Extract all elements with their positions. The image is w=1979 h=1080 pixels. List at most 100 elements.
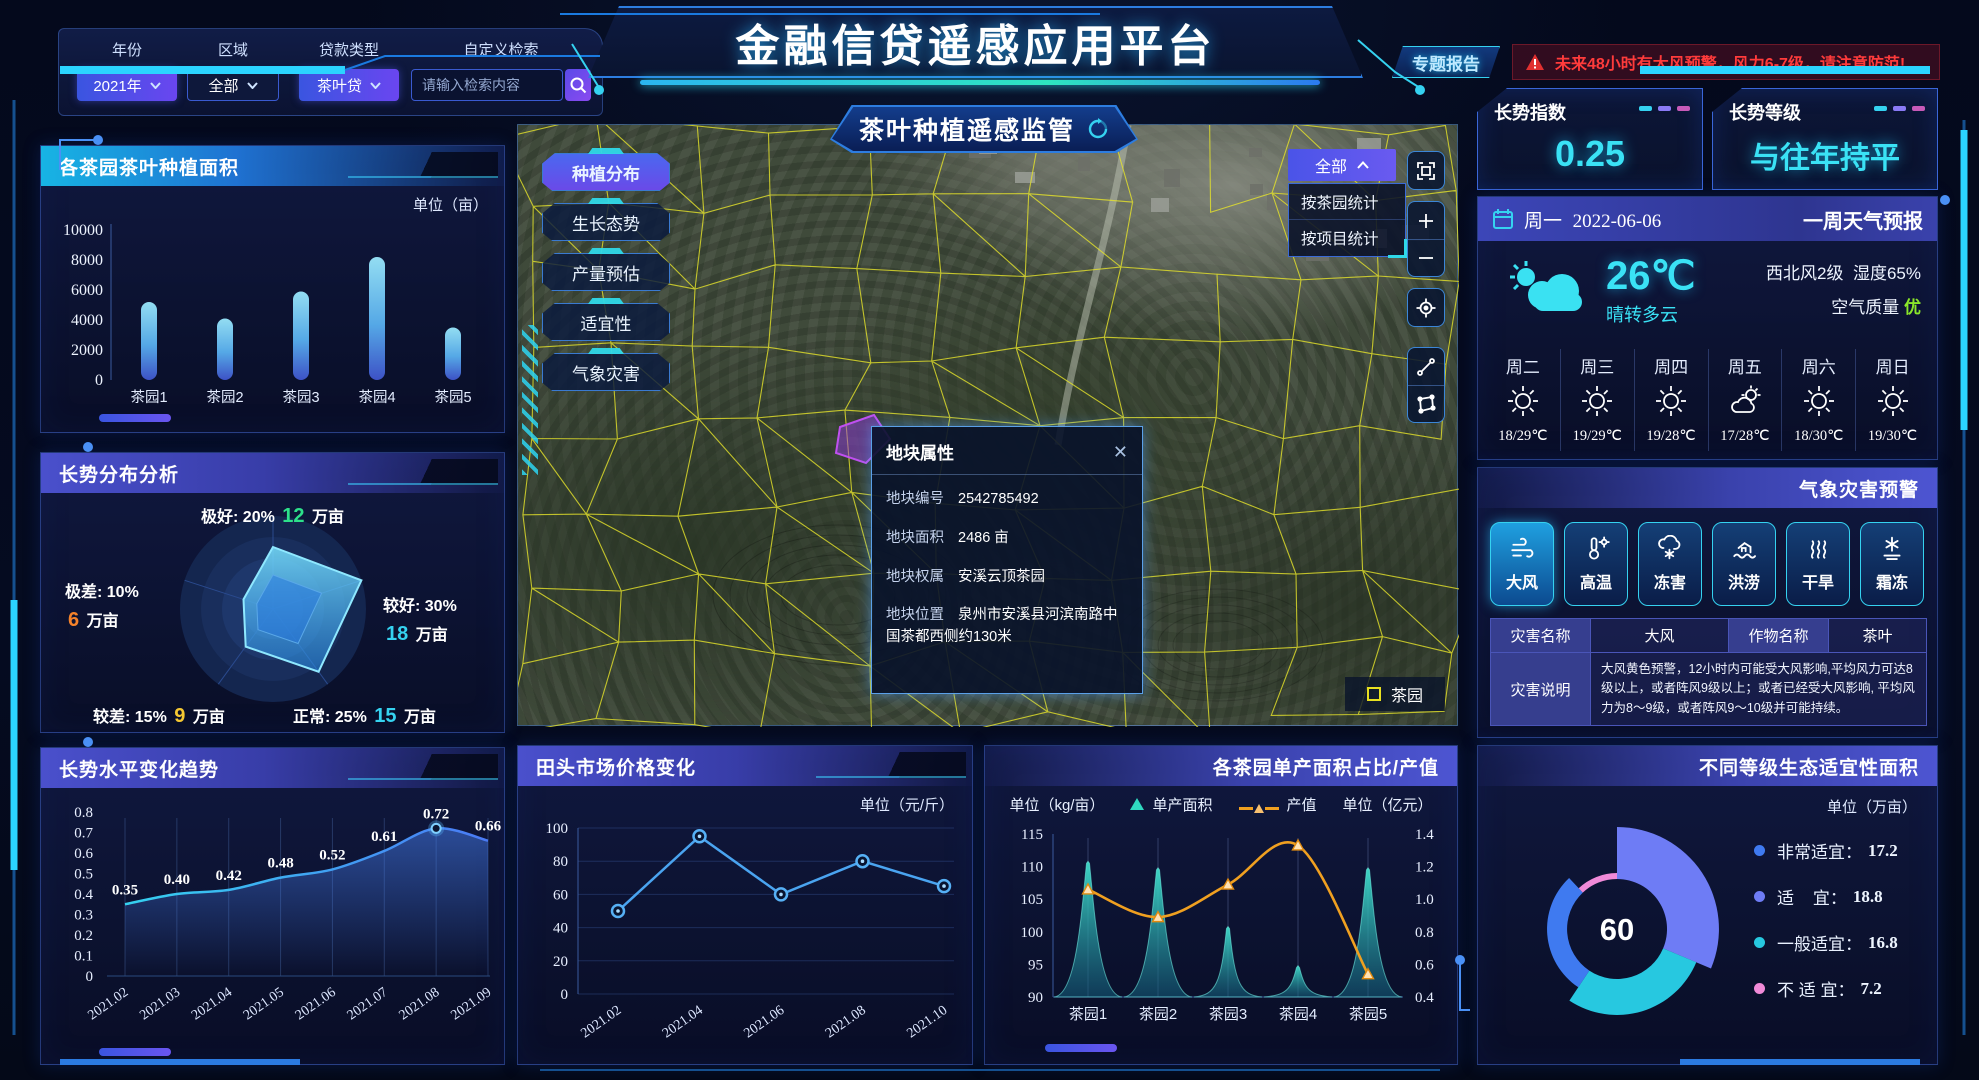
svg-text:0: 0 (561, 987, 569, 1003)
svg-text:100: 100 (1021, 925, 1044, 941)
svg-text:2021.08: 2021.08 (823, 1003, 869, 1041)
svg-text:8000: 8000 (71, 252, 103, 269)
radar-label-normal: 正常: 25% 15 万亩 (293, 701, 436, 731)
svg-text:0.52: 0.52 (319, 847, 345, 863)
svg-text:0.2: 0.2 (74, 928, 93, 944)
dropdown-option-1[interactable]: 按项目统计 (1289, 220, 1405, 256)
crop-name: 茶叶 (1829, 619, 1927, 653)
chevron-down-icon (150, 82, 161, 89)
disaster-type-wind[interactable]: 大风 (1490, 522, 1554, 606)
close-icon[interactable]: ✕ (1113, 443, 1128, 461)
locate-button[interactable] (1408, 289, 1444, 326)
locate-icon (1415, 297, 1437, 319)
freeze-icon (1655, 535, 1685, 561)
legend-swatch (1754, 983, 1765, 994)
svg-text:2021.04: 2021.04 (660, 1003, 706, 1041)
panel-title: 不同等级生态适宜性面积 (1478, 746, 1937, 786)
panel-title: 各茶园茶叶种植面积 (41, 146, 504, 186)
legend-line-series: 产值 (1239, 794, 1317, 815)
loan-select[interactable]: 茶叶贷 (299, 69, 399, 101)
panel-title: 气象灾害预警 (1478, 468, 1937, 508)
report-button[interactable]: 专题报告 (1392, 46, 1500, 78)
zoom-in-button[interactable] (1408, 202, 1444, 239)
svg-text:2021.06: 2021.06 (293, 985, 339, 1023)
wind-icon (1507, 535, 1537, 561)
tea-parcel-swatch (1367, 687, 1381, 701)
fullscreen-button[interactable] (1408, 152, 1444, 189)
measure-line-button[interactable] (1408, 348, 1444, 385)
stat-dropdown[interactable]: 全部 (1288, 149, 1396, 181)
svg-text:0.40: 0.40 (164, 872, 190, 888)
svg-text:6000: 6000 (71, 282, 103, 299)
search-button[interactable] (565, 69, 591, 101)
filter-panel: 年份 2021年 区域 全部 贷款类型 茶叶贷 自定义检索 (58, 28, 603, 116)
panel-plant-area: 各茶园茶叶种植面积 单位（亩） 1000080006000400020000茶园… (40, 145, 505, 433)
disaster-type-drought[interactable]: 干旱 (1786, 522, 1850, 606)
map-mode-1[interactable]: 生长态势 (542, 203, 670, 241)
current-temp: 26℃ (1606, 253, 1695, 299)
dropdown-option-0[interactable]: 按茶园统计 (1289, 184, 1405, 220)
panel-title: 一周天气预报 (1803, 205, 1923, 234)
filter-search: 自定义检索 (411, 39, 591, 101)
map-mode-4[interactable]: 气象灾害 (542, 353, 670, 391)
legend-area-series: 单产面积 (1130, 794, 1212, 815)
satellite-map[interactable]: 茶叶种植遥感监管 种植分布 生长态势 产量预估 适宜性 气象灾害 全部 按茶园统… (517, 124, 1458, 726)
panel-yield-value: 各茶园单产面积占比/产值 单位（kg/亩） 单产面积 产值 单位（亿元） 115… (984, 745, 1458, 1065)
year-select[interactable]: 2021年 (77, 69, 177, 101)
scroll-thumb[interactable] (1045, 1044, 1117, 1052)
svg-text:0.5: 0.5 (74, 867, 93, 883)
mode-tab-decoration (588, 348, 624, 354)
zoom-out-button[interactable] (1408, 239, 1444, 276)
svg-text:115: 115 (1021, 827, 1043, 843)
map-mode-2[interactable]: 产量预估 (542, 253, 670, 291)
legend-item-3: 不 适 宜：7.2 (1754, 976, 1898, 1001)
disaster-type-frost[interactable]: 霜冻 (1860, 522, 1924, 606)
disaster-type-heat[interactable]: 高温 (1564, 522, 1628, 606)
loan-label: 贷款类型 (299, 39, 399, 60)
sunny-icon (1505, 383, 1541, 424)
chevron-up-icon (1357, 161, 1369, 169)
scroll-thumb[interactable] (99, 414, 171, 422)
current-condition: 晴转多云 (1606, 301, 1695, 327)
svg-text:40: 40 (553, 921, 568, 937)
drought-icon (1803, 535, 1833, 561)
scroll-thumb[interactable] (99, 1048, 171, 1056)
map-mode-3[interactable]: 适宜性 (542, 303, 670, 341)
disaster-type-freeze[interactable]: 冻害 (1638, 522, 1702, 606)
svg-text:0.3: 0.3 (74, 908, 93, 924)
disaster-type-flood[interactable]: 洪涝 (1712, 522, 1776, 606)
refresh-icon[interactable] (1087, 118, 1109, 140)
svg-text:茶园5: 茶园5 (434, 389, 471, 406)
sunny-icon (1579, 383, 1615, 424)
unit-label: 单位（万亩） (1827, 796, 1917, 817)
stat-dropdown-menu: 按茶园统计按项目统计 (1288, 183, 1406, 257)
map-mode-0[interactable]: 种植分布 (542, 153, 670, 191)
svg-text:2021.07: 2021.07 (345, 985, 391, 1023)
svg-text:茶园5: 茶园5 (1349, 1006, 1387, 1023)
search-input[interactable] (411, 69, 563, 101)
measure-area-icon (1415, 393, 1437, 415)
measure-area-button[interactable] (1408, 385, 1444, 422)
panel-title: 长势分布分析 (41, 453, 504, 493)
tool-group (1407, 288, 1445, 327)
region-select[interactable]: 全部 (187, 69, 279, 101)
svg-text:0.4: 0.4 (74, 887, 93, 903)
parcel-popup: 地块属性 ✕ 地块编号2542785492地块面积2486 亩地块权属安溪云顶茶… (871, 426, 1143, 694)
forecast-day-5: 周日 19/30℃ (1855, 349, 1929, 451)
filter-loan: 贷款类型 茶叶贷 (299, 39, 399, 101)
svg-text:2021.02: 2021.02 (578, 1003, 624, 1041)
svg-text:80: 80 (553, 854, 568, 870)
page-title: 金融信贷遥感应用平台 (736, 10, 1216, 74)
panel-title: 田头市场价格变化 (518, 746, 972, 786)
growth-level-value: 与往年持平 (1713, 133, 1937, 177)
sun-cloud-icon (1504, 257, 1590, 319)
svg-text:1.2: 1.2 (1415, 860, 1434, 876)
panel-disaster-warning: 气象灾害预警 大风 高温 冻害 洪涝 干旱 霜冻 灾害名称 大风 作物名称 茶叶… (1477, 467, 1938, 738)
header-dots (1868, 98, 1925, 116)
popup-field-1: 地块面积2486 亩 (886, 528, 1128, 550)
svg-text:90: 90 (1028, 990, 1043, 1006)
mode-tab-decoration (588, 248, 624, 254)
disaster-table: 灾害名称 大风 作物名称 茶叶 灾害说明 大风黄色预警，12小时内可能受大风影响… (1490, 618, 1927, 726)
disaster-type-tiles: 大风 高温 冻害 洪涝 干旱 霜冻 (1490, 522, 1924, 606)
svg-text:0.42: 0.42 (216, 868, 242, 884)
